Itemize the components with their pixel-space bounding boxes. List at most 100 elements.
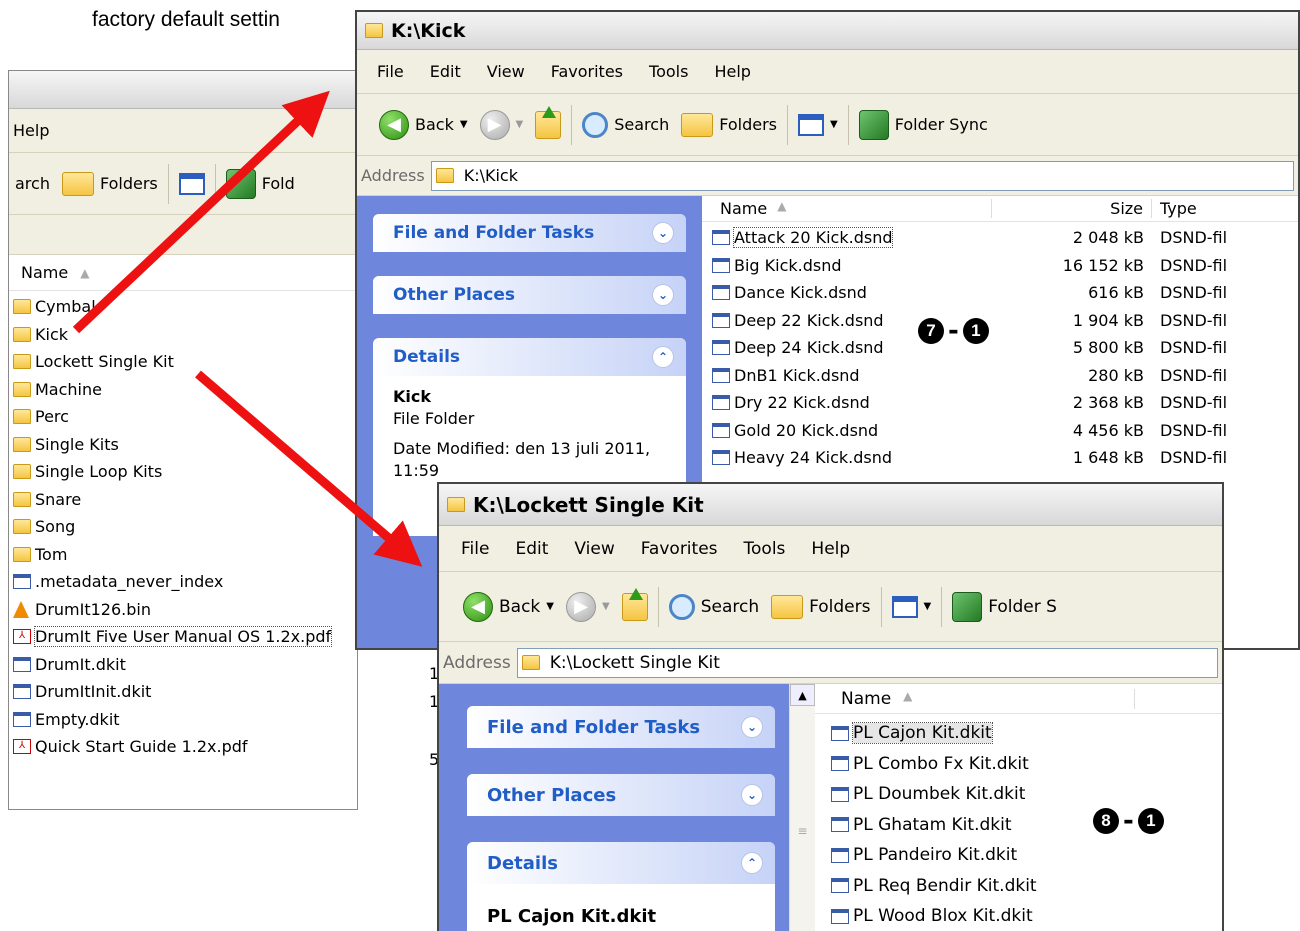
file-icon (712, 367, 730, 383)
menu-view[interactable]: View (574, 539, 614, 559)
table-row[interactable]: PL Req Bendir Kit.dkit (831, 871, 1222, 902)
search-button[interactable]: Search (663, 587, 765, 627)
menu-file[interactable]: File (377, 62, 404, 81)
views-button[interactable] (173, 164, 211, 204)
list-item[interactable]: Song (13, 513, 357, 541)
expand-chevron-icon[interactable]: ⌄ (652, 284, 674, 306)
forward-button[interactable]: ▶ ▼ (474, 105, 530, 145)
folders-button[interactable]: Folders (675, 105, 783, 145)
column-type-label: Type (1160, 199, 1197, 218)
list-item[interactable]: .metadata_never_index (13, 568, 357, 596)
menu-help[interactable]: Help (13, 121, 49, 140)
column-size-label: Size (1110, 199, 1143, 218)
table-row[interactable]: Gold 20 Kick.dsnd 4 456 kB DSND-fil (702, 417, 1298, 445)
list-item[interactable]: DrumIt.dkit (13, 651, 357, 679)
menu-edit[interactable]: Edit (430, 62, 461, 81)
expand-chevron-icon[interactable]: ⌄ (652, 222, 674, 244)
sync-label: Folder S (988, 596, 1057, 617)
list-item[interactable]: DrumItInit.dkit (13, 678, 357, 706)
table-row[interactable]: Heavy 24 Kick.dsnd 1 648 kB DSND-fil (702, 444, 1298, 472)
menu-tools[interactable]: Tools (744, 539, 786, 559)
list-item[interactable]: Cymbal (13, 293, 357, 321)
other-places-panel[interactable]: Other Places ⌄ (467, 774, 775, 816)
list-item[interactable]: Single Kits (13, 431, 357, 459)
other-places-panel[interactable]: Other Places ⌄ (373, 276, 686, 314)
table-row[interactable]: PL Cajon Kit.dkit (831, 718, 1222, 749)
list-item[interactable]: ⅄ Quick Start Guide 1.2x.pdf (13, 733, 357, 761)
menu-favorites[interactable]: Favorites (641, 539, 718, 559)
table-row[interactable]: Deep 22 Kick.dsnd 1 904 kB DSND-fil (702, 307, 1298, 335)
folders-button[interactable]: Folders (56, 164, 164, 204)
root-address-bar[interactable] (9, 215, 357, 255)
list-item[interactable]: Empty.dkit (13, 706, 357, 734)
column-header-size[interactable]: Size (992, 199, 1152, 218)
list-item[interactable]: DrumIt126.bin (13, 596, 357, 624)
file-size: 2 048 kB (1072, 228, 1144, 248)
menu-help[interactable]: Help (811, 539, 850, 559)
lockett-titlebar[interactable]: K:\Lockett Single Kit (439, 484, 1222, 526)
file-folder-tasks-panel[interactable]: File and Folder Tasks ⌄ (373, 214, 686, 252)
list-item[interactable]: Machine (13, 376, 357, 404)
menu-edit[interactable]: Edit (515, 539, 548, 559)
table-row[interactable]: Dance Kick.dsnd 616 kB DSND-fil (702, 279, 1298, 307)
table-row[interactable]: PL Wood Blox Kit.dkit (831, 901, 1222, 931)
back-button[interactable]: ◀ Back ▼ (457, 587, 560, 627)
list-item[interactable]: Kick (13, 321, 357, 349)
list-item[interactable]: ⅄ DrumIt Five User Manual OS 1.2x.pdf (13, 623, 357, 651)
table-row[interactable]: PL Combo Fx Kit.dkit (831, 749, 1222, 780)
list-item[interactable]: Lockett Single Kit (13, 348, 357, 376)
sync-icon (225, 168, 256, 199)
column-header-type[interactable]: Type (1152, 199, 1197, 218)
table-row[interactable]: Big Kick.dsnd 16 152 kB DSND-fil (702, 252, 1298, 280)
column-header-name[interactable]: Name ▲ (9, 255, 357, 291)
folder-icon (435, 168, 454, 183)
menu-favorites[interactable]: Favorites (551, 62, 623, 81)
menu-help[interactable]: Help (714, 62, 750, 81)
table-row[interactable]: DnB1 Kick.dsnd 280 kB DSND-fil (702, 362, 1298, 390)
folders-button[interactable]: Folders (765, 587, 876, 627)
up-button[interactable] (616, 587, 654, 627)
expand-chevron-icon[interactable]: ⌄ (741, 784, 763, 806)
folders-label: Folders (719, 115, 777, 134)
folder-sync-button[interactable]: Fold (220, 164, 301, 204)
list-item[interactable]: Perc (13, 403, 357, 431)
scroll-up-icon[interactable]: ▲ (790, 684, 815, 706)
views-button[interactable]: ▼ (792, 105, 844, 145)
collapse-chevron-icon[interactable]: ⌃ (652, 346, 674, 368)
file-folder-tasks-panel[interactable]: File and Folder Tasks ⌄ (467, 706, 775, 748)
expand-chevron-icon[interactable]: ⌄ (741, 716, 763, 738)
column-header-name[interactable]: Name ▲ (815, 688, 1135, 709)
table-row[interactable]: PL Pandeiro Kit.dkit (831, 840, 1222, 871)
menu-file[interactable]: File (461, 539, 489, 559)
list-item[interactable]: Snare (13, 486, 357, 514)
menu-tools[interactable]: Tools (649, 62, 688, 81)
collapse-chevron-icon[interactable]: ⌃ (741, 852, 763, 874)
folder-sync-button[interactable]: Folder S (946, 587, 1063, 627)
forward-arrow-icon: ▶ (479, 109, 510, 140)
column-header-name[interactable]: Name ▲ (702, 199, 992, 218)
search-button[interactable]: Search (576, 105, 675, 145)
vertical-scrollbar[interactable]: ▲ ≡ (789, 684, 815, 931)
address-input[interactable]: K:\Lockett Single Kit (516, 647, 1218, 678)
search-button[interactable]: arch (9, 164, 56, 204)
file-name: Dry 22 Kick.dsnd (734, 393, 870, 413)
address-input[interactable]: K:\Kick (430, 160, 1294, 191)
up-button[interactable] (529, 105, 567, 145)
file-name: PL Ghatam Kit.dkit (853, 814, 1012, 835)
views-button[interactable]: ▼ (886, 587, 938, 627)
folder-icon (365, 23, 383, 38)
scroll-grip-icon[interactable]: ≡ (790, 824, 815, 838)
table-row[interactable]: PL Ghatam Kit.dkit (831, 810, 1222, 841)
table-row[interactable]: Attack 20 Kick.dsnd 2 048 kB DSND-fil (702, 224, 1298, 252)
forward-button[interactable]: ▶ ▼ (560, 587, 616, 627)
root-titlebar[interactable] (9, 71, 357, 109)
table-row[interactable]: Deep 24 Kick.dsnd 5 800 kB DSND-fil (702, 334, 1298, 362)
folder-sync-button[interactable]: Folder Sync (853, 105, 994, 145)
list-item[interactable]: Single Loop Kits (13, 458, 357, 486)
kick-titlebar[interactable]: K:\Kick (357, 12, 1298, 50)
table-row[interactable]: Dry 22 Kick.dsnd 2 368 kB DSND-fil (702, 389, 1298, 417)
table-row[interactable]: PL Doumbek Kit.dkit (831, 779, 1222, 810)
menu-view[interactable]: View (487, 62, 525, 81)
list-item[interactable]: Tom (13, 541, 357, 569)
back-button[interactable]: ◀ Back ▼ (373, 105, 474, 145)
